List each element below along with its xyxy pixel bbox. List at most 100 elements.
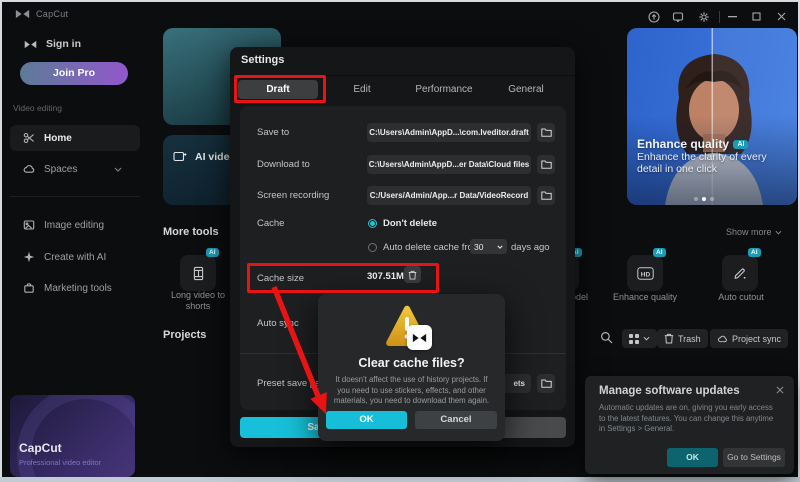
banner-title: Enhance quality [637, 137, 730, 151]
clear-cache-confirm-dialog: Clear cache files? It doesn't affect the… [318, 294, 505, 441]
sidebar-item-label: Marketing tools [44, 282, 112, 294]
svg-text:HD: HD [640, 271, 650, 278]
window-bottom-edge [0, 477, 800, 482]
folder-icon [540, 191, 552, 200]
tab-edit[interactable]: Edit [322, 80, 402, 99]
search-icon[interactable] [600, 331, 613, 344]
tab-general[interactable]: General [486, 80, 566, 99]
screen-recording-field[interactable]: C:/Users/Admin/App...r Data/VideoRecord [367, 186, 531, 205]
chevron-down-icon [497, 245, 503, 249]
trash-button[interactable]: Trash [657, 329, 708, 348]
promo-subtitle: Professional video editor [19, 458, 102, 467]
capcut-logo-icon [15, 9, 30, 19]
sidebar-item-home[interactable]: Home [10, 125, 140, 151]
annotation-box-cache-size [247, 263, 439, 293]
folder-icon [540, 379, 552, 388]
tab-performance[interactable]: Performance [404, 80, 484, 99]
sidebar-item-create-with-ai[interactable]: Create with AI [10, 244, 140, 270]
auto-sync-label: Auto sync [257, 318, 299, 329]
tool-label: Auto cutout [718, 292, 764, 302]
project-sync-button[interactable]: Project sync [710, 329, 789, 348]
save-to-field[interactable]: C:\Users\Admin\AppD...\com.lveditor.draf… [367, 123, 531, 142]
briefcase-icon [23, 282, 35, 294]
carousel-dots[interactable] [692, 188, 716, 205]
download-to-field[interactable]: C:\Users\Admin\AppD...er Data\Cloud file… [367, 155, 531, 174]
project-sync-label: Project sync [732, 333, 782, 344]
toast-body: Automatic updates are on, giving you ear… [599, 403, 774, 433]
feedback-icon[interactable] [672, 11, 684, 23]
sidebar-item-marketing-tools[interactable]: Marketing tools [10, 275, 140, 301]
capcut-logo-icon [24, 40, 37, 49]
chevron-down-icon [775, 230, 782, 235]
folder-browse-button[interactable] [537, 155, 555, 174]
minimize-icon[interactable] [728, 16, 737, 18]
capcut-logo-badge [407, 325, 432, 350]
folder-browse-button[interactable] [537, 123, 555, 142]
sign-in-button[interactable]: Sign in [24, 38, 81, 50]
maximize-icon[interactable] [752, 12, 761, 21]
banner-subtitle: Enhance the clarity of every detail in o… [637, 151, 767, 175]
join-pro-button[interactable]: Join Pro [20, 62, 128, 85]
radio-dont-delete-label: Don't delete [383, 218, 437, 229]
sidebar-item-spaces[interactable]: Spaces [10, 156, 140, 182]
confirm-title: Clear cache files? [358, 356, 465, 370]
ai-video-icon [173, 150, 187, 163]
cache-days-dropdown[interactable]: 30 [470, 239, 507, 254]
tool-enhance-quality[interactable]: HD [627, 255, 663, 291]
radio-auto-delete[interactable] [368, 243, 377, 252]
sidebar-item-label: Create with AI [44, 251, 107, 263]
sidebar-item-image-editing[interactable]: Image editing [10, 212, 140, 238]
tool-long-video-to-shorts[interactable] [180, 255, 216, 291]
ai-badge: AI [733, 140, 749, 149]
ai-badge: AI [748, 248, 761, 257]
sparkle-icon [23, 251, 35, 263]
enhance-quality-banner[interactable]: Enhance quality AI Enhance the clarity o… [627, 28, 797, 205]
view-mode-button[interactable] [622, 329, 657, 348]
cache-label: Cache [257, 218, 285, 229]
toast-go-to-settings-button[interactable]: Go to Settings [723, 448, 785, 467]
confirm-ok-button[interactable]: OK [326, 411, 407, 429]
radio-auto-delete-label: Auto delete cache from [383, 242, 481, 253]
confirm-cancel-button[interactable]: Cancel [415, 411, 497, 429]
tool-auto-cutout[interactable] [722, 255, 758, 291]
sidebar-item-label: Spaces [44, 163, 78, 175]
show-more-label: Show more [726, 227, 772, 237]
close-icon[interactable] [777, 12, 786, 21]
dot-active[interactable] [702, 197, 706, 201]
ai-badge: AI [653, 248, 666, 257]
more-tools-heading: More tools [163, 226, 219, 238]
upload-icon[interactable] [648, 11, 660, 23]
radio-dont-delete[interactable] [368, 219, 377, 228]
sidebar-item-label: Image editing [44, 219, 105, 231]
sidebar-divider [10, 196, 140, 197]
section-video-editing: Video editing [13, 103, 62, 113]
chevron-down-icon [114, 167, 122, 172]
folder-browse-button[interactable] [537, 186, 555, 205]
toast-ok-button[interactable]: OK [667, 448, 718, 467]
grid-icon [629, 333, 639, 344]
folder-icon [540, 128, 552, 137]
update-toast: Manage software updates Automatic update… [585, 376, 794, 474]
trash-icon [664, 333, 674, 344]
save-to-label: Save to [257, 127, 290, 138]
settings-gear-icon[interactable] [698, 11, 710, 23]
days-ago-label: days ago [511, 242, 550, 253]
cloud-icon [23, 163, 35, 175]
toast-close-icon[interactable] [776, 386, 784, 394]
titlebar-divider [719, 11, 720, 23]
cloud-sync-icon [717, 334, 728, 344]
settings-dialog-title: Settings [241, 54, 285, 66]
dot[interactable] [694, 197, 698, 201]
annotation-box-draft-tab [234, 75, 326, 103]
cache-days-value: 30 [474, 241, 484, 252]
dot[interactable] [710, 197, 714, 201]
show-more-button[interactable]: Show more [726, 227, 782, 237]
capcut-window: CapCut Sign in Join Pro Video editing Ho… [0, 0, 800, 482]
tool-label: Long video to shorts [170, 290, 226, 311]
projects-heading: Projects [163, 329, 207, 341]
app-title: CapCut [36, 9, 69, 19]
folder-browse-button[interactable] [537, 374, 555, 393]
film-icon [180, 255, 216, 291]
sidebar-item-label: Home [44, 132, 72, 144]
screen-recording-label: Screen recording [257, 190, 330, 201]
